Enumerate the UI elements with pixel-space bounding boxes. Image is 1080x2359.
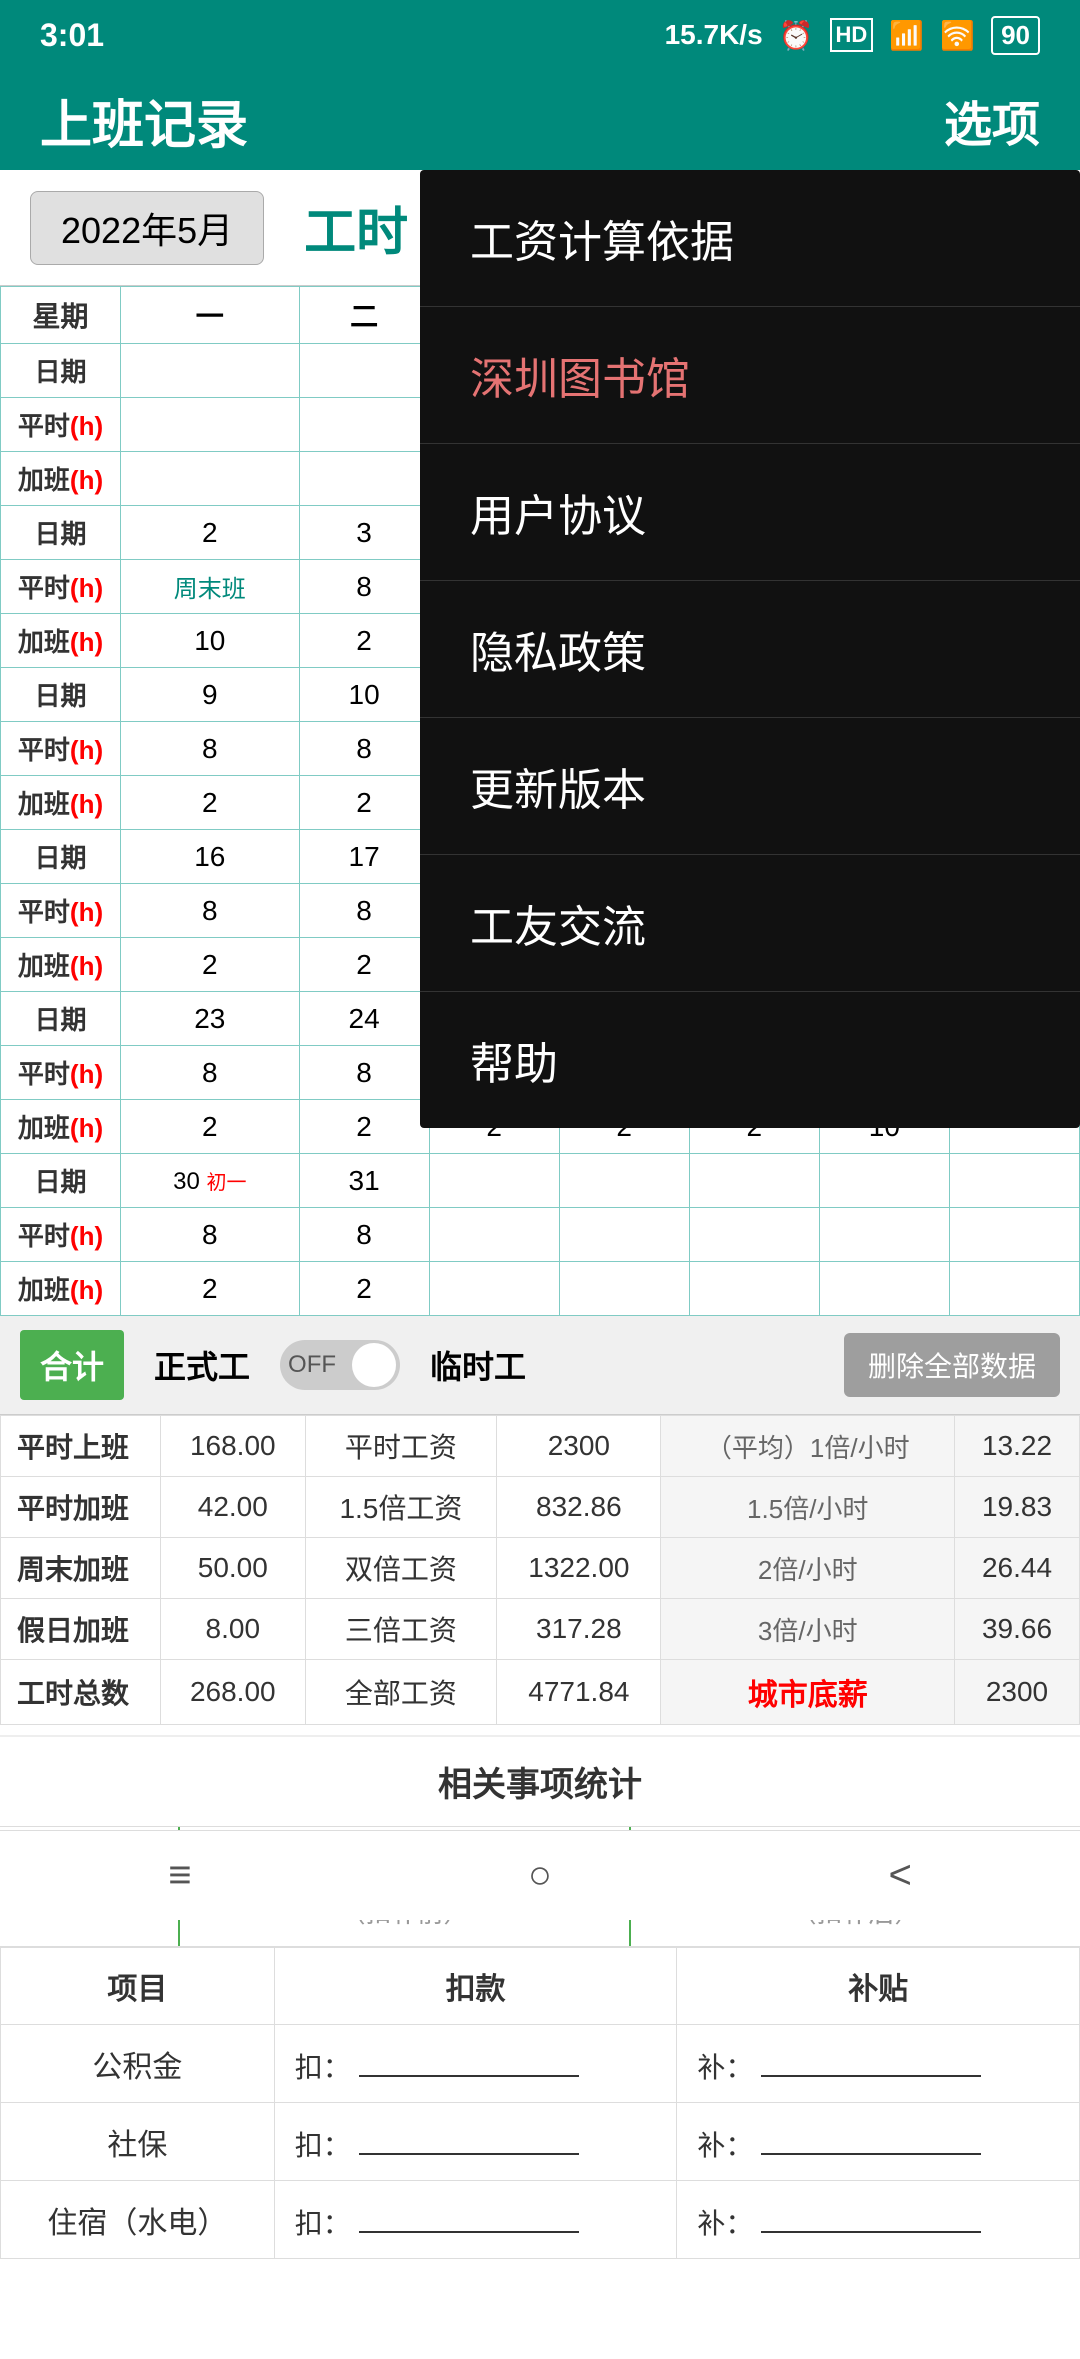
app-header: 上班记录 选项 — [0, 70, 1080, 170]
page-title: 上班记录 — [40, 83, 248, 158]
item-label-housing: 住宿（水电） — [1, 2181, 275, 2259]
weekday-tue: 二 — [299, 287, 429, 344]
bottom-nav: ≡ ○ < — [0, 1830, 1080, 1920]
status-bar: 3:01 15.7K/s ⏰ HD 📶 🛜 90 — [0, 0, 1080, 70]
item-label-social: 社保 — [1, 2103, 275, 2181]
network-speed: 15.7K/s — [665, 19, 763, 51]
status-time: 3:01 — [40, 17, 104, 54]
wage-label: 平时工资 — [305, 1416, 497, 1477]
rate-label: （平均）1倍/小时 — [661, 1416, 955, 1477]
housing-deduct-input[interactable] — [359, 2197, 579, 2233]
social-deduct-input[interactable] — [359, 2119, 579, 2155]
provident-deduct-input[interactable] — [359, 2041, 579, 2077]
stats-section: 相关事项统计 统计结果 总工资： 4771.84 修改 （扣补前） 总工资： 4… — [0, 1735, 1080, 2259]
table-row: 日期 30 初一 31 — [1, 1154, 1080, 1208]
date-label: 日期 — [1, 344, 121, 398]
col-header-item: 项目 — [1, 1948, 275, 2025]
dropdown-item-wage-basis[interactable]: 工资计算依据 — [420, 170, 1080, 307]
delete-all-button[interactable]: 删除全部数据 — [844, 1333, 1060, 1397]
social-supplement-input[interactable] — [761, 2119, 981, 2155]
dropdown-item-privacy-policy[interactable]: 隐私政策 — [420, 581, 1080, 718]
dropdown-item-user-agreement[interactable]: 用户协议 — [420, 444, 1080, 581]
month-selector[interactable]: 2022年5月 — [30, 191, 264, 265]
worker-type-formal: 正式工 — [154, 1342, 250, 1388]
deduction-row-social: 社保 扣： 补： — [1, 2103, 1080, 2181]
weekday-label: 星期 — [1, 287, 121, 344]
options-button[interactable]: 选项 — [944, 85, 1040, 155]
summary-row-total: 工时总数 268.00 全部工资 4771.84 城市底薪 2300 — [1, 1660, 1080, 1725]
col-header-deduct: 扣款 — [274, 1948, 677, 2025]
summary-section: 合计 正式工 OFF 临时工 删除全部数据 平时上班 168.00 平时工资 2… — [0, 1316, 1080, 1725]
provident-supplement[interactable]: 补： — [677, 2025, 1080, 2103]
deduction-row-housing: 住宿（水电） 扣： 补： — [1, 2181, 1080, 2259]
wage-amount: 2300 — [497, 1416, 661, 1477]
stats-section-title: 相关事项统计 — [0, 1737, 1080, 1827]
housing-supplement-input[interactable] — [761, 2197, 981, 2233]
battery-icon: 90 — [991, 16, 1040, 55]
per-hour: 13.22 — [954, 1416, 1079, 1477]
weekday-mon: 一 — [121, 287, 300, 344]
normal-label: 平时(h) — [1, 398, 121, 452]
provident-supplement-input[interactable] — [761, 2041, 981, 2077]
summary-row-3: 周末加班 50.00 双倍工资 1322.00 2倍/小时 26.44 — [1, 1538, 1080, 1599]
toggle-knob — [352, 1343, 396, 1387]
social-deduct[interactable]: 扣： — [274, 2103, 677, 2181]
dropdown-item-help[interactable]: 帮助 — [420, 992, 1080, 1128]
work-time-label: 工时 — [304, 190, 408, 265]
table-row: 平时(h) 88 — [1, 1208, 1080, 1262]
formal-temp-toggle[interactable]: OFF — [280, 1340, 400, 1390]
hd-icon: HD — [830, 18, 874, 52]
provident-deduct[interactable]: 扣： — [274, 2025, 677, 2103]
col-header-supplement: 补贴 — [677, 1948, 1080, 2025]
overtime-label: 加班(h) — [1, 452, 121, 506]
nav-home-button[interactable]: ○ — [528, 1853, 552, 1898]
dropdown-item-worker-exchange[interactable]: 工友交流 — [420, 855, 1080, 992]
dropdown-item-update-version[interactable]: 更新版本 — [420, 718, 1080, 855]
nav-menu-button[interactable]: ≡ — [168, 1853, 191, 1898]
summary-hours: 168.00 — [161, 1416, 306, 1477]
signal-icon: 📶 — [889, 19, 924, 52]
summary-table: 平时上班 168.00 平时工资 2300 （平均）1倍/小时 13.22 平时… — [0, 1415, 1080, 1725]
deduction-table: 项目 扣款 补贴 公积金 扣： 补： 社保 扣： 补： — [0, 1947, 1080, 2259]
toggle-off-label: OFF — [288, 1351, 336, 1379]
social-supplement[interactable]: 补： — [677, 2103, 1080, 2181]
summary-title: 合计 — [20, 1330, 124, 1400]
nav-back-button[interactable]: < — [888, 1853, 911, 1898]
alarm-icon: ⏰ — [779, 19, 814, 52]
wifi-icon: 🛜 — [940, 19, 975, 52]
summary-row-2: 平时加班 42.00 1.5倍工资 832.86 1.5倍/小时 19.83 — [1, 1477, 1080, 1538]
housing-deduct[interactable]: 扣： — [274, 2181, 677, 2259]
summary-label: 平时上班 — [1, 1416, 161, 1477]
item-label-provident: 公积金 — [1, 2025, 275, 2103]
city-wage-label: 城市底薪 — [748, 1679, 868, 1712]
status-right: 15.7K/s ⏰ HD 📶 🛜 90 — [665, 16, 1040, 55]
options-dropdown: 工资计算依据 深圳图书馆 用户协议 隐私政策 更新版本 工友交流 帮助 — [420, 170, 1080, 1128]
dropdown-item-shenzhen-library[interactable]: 深圳图书馆 — [420, 307, 1080, 444]
worker-type-temp: 临时工 — [430, 1342, 526, 1388]
summary-toggle-row: 合计 正式工 OFF 临时工 删除全部数据 — [0, 1316, 1080, 1415]
housing-supplement[interactable]: 补： — [677, 2181, 1080, 2259]
deduction-row-provident: 公积金 扣： 补： — [1, 2025, 1080, 2103]
summary-row-1: 平时上班 168.00 平时工资 2300 （平均）1倍/小时 13.22 — [1, 1416, 1080, 1477]
deduction-header-row: 项目 扣款 补贴 — [1, 1948, 1080, 2025]
table-row: 加班(h) 22 — [1, 1262, 1080, 1316]
summary-row-4: 假日加班 8.00 三倍工资 317.28 3倍/小时 39.66 — [1, 1599, 1080, 1660]
